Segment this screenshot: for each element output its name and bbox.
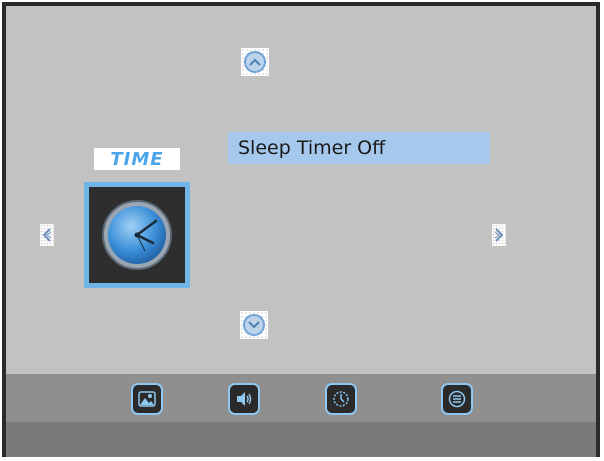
clock-icon — [102, 200, 172, 270]
chevron-right-icon — [494, 228, 504, 242]
tv-osd-screen: TIME Sleep Timer Off — [2, 2, 600, 457]
content-area: TIME Sleep Timer Off — [6, 6, 596, 374]
tab-time[interactable] — [324, 382, 358, 416]
tab-menu[interactable] — [440, 382, 474, 416]
list-icon — [448, 390, 466, 408]
left-button[interactable] — [40, 224, 54, 246]
tab-picture[interactable] — [130, 382, 164, 416]
clock-icon — [333, 391, 349, 407]
category-label: TIME — [94, 148, 180, 170]
menu-item-sleep-timer[interactable]: Sleep Timer Off — [228, 132, 490, 164]
tab-sound[interactable] — [227, 382, 261, 416]
bottom-tab-bar — [6, 374, 596, 422]
down-button[interactable] — [240, 311, 268, 339]
category-tile-time[interactable] — [84, 182, 190, 288]
bottom-status-strip — [6, 422, 596, 457]
picture-icon — [138, 391, 156, 407]
up-button[interactable] — [241, 48, 269, 76]
right-button[interactable] — [492, 224, 506, 246]
speaker-icon — [237, 392, 252, 406]
chevron-up-icon — [244, 51, 266, 73]
chevron-down-icon — [243, 314, 265, 336]
chevron-left-icon — [42, 228, 52, 242]
